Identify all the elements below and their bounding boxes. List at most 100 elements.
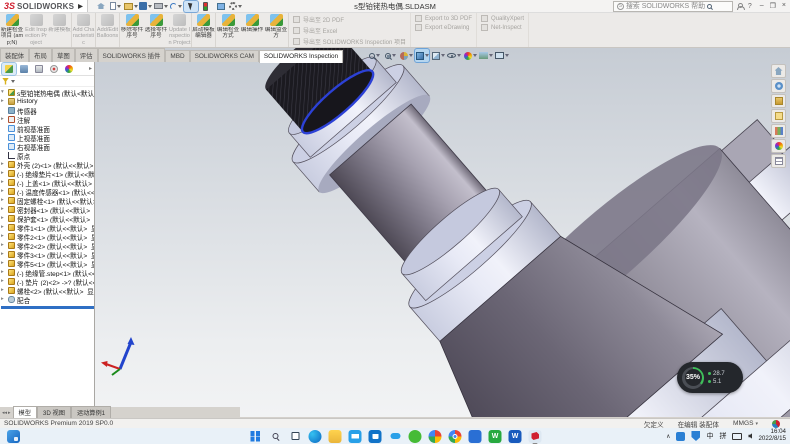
panel-tab-propertymanager[interactable] xyxy=(17,63,31,75)
tree-item[interactable]: ▸ 注解 xyxy=(1,115,94,124)
expand-arrow[interactable]: ▸ xyxy=(1,234,6,240)
task-pane-tab-view-palette[interactable] xyxy=(771,124,786,138)
headsup-button-view-settings[interactable] xyxy=(495,49,509,62)
task-pane-tab-file-explorer[interactable] xyxy=(771,109,786,123)
expand-arrow[interactable]: ▸ xyxy=(1,198,6,204)
help-icon[interactable]: ? xyxy=(748,3,752,10)
scroll-left-icon[interactable]: ◂◂ xyxy=(2,410,7,416)
ribbon-button-new-template[interactable]: 新建模板 xyxy=(48,13,72,47)
menu-flyout-icon[interactable]: ▶ xyxy=(78,3,83,10)
expand-arrow[interactable]: ▸ xyxy=(1,180,6,186)
volume-icon[interactable] xyxy=(748,433,752,439)
close-button[interactable] xyxy=(782,2,786,10)
restore-button[interactable] xyxy=(770,2,776,10)
taskbar-icon-360-browser[interactable] xyxy=(429,430,442,443)
ime-language[interactable]: 中 xyxy=(706,431,713,441)
headsup-button-view-orientation[interactable] xyxy=(415,49,429,62)
tree-item[interactable]: ▸ 外壳 (2)<1> (默认<<默认>_显示状 xyxy=(1,160,94,169)
commandmanager-tab[interactable]: 装配体 xyxy=(0,48,29,62)
tree-item[interactable]: ▸ 右视基准面 xyxy=(1,142,94,151)
ribbon-button-edit-inspection-project[interactable]: Edit Inspection Project xyxy=(24,13,48,47)
filter-dropdown-icon[interactable] xyxy=(11,80,15,83)
taskbar-clock[interactable]: 16:04 2022/8/15 xyxy=(758,429,786,443)
tree-item[interactable]: ▸ History xyxy=(1,97,94,106)
tree-item[interactable]: ▸ (-) 上盖<1> (默认<<默认>_显示状 xyxy=(1,178,94,187)
tab-scroll-buttons[interactable]: ◂◂▸ xyxy=(0,407,13,418)
expand-arrow[interactable]: ▸ xyxy=(1,162,6,168)
export-item[interactable]: 导出至 SOLIDWORKS Inspection 项目 xyxy=(293,37,406,46)
quick-access-button-file-properties[interactable] xyxy=(214,1,228,12)
export-item[interactable]: Net-Inspect xyxy=(481,24,524,31)
taskbar-icon-wps[interactable] xyxy=(489,430,502,443)
tree-item[interactable]: ▸ (-) 绝缘管.step<1> (默认<<默认> xyxy=(1,268,94,277)
minimize-button[interactable] xyxy=(760,2,764,10)
quick-access-button-select[interactable] xyxy=(184,1,198,12)
expand-arrow[interactable]: ▸ xyxy=(1,117,6,123)
taskbar-icon-edge[interactable] xyxy=(309,430,322,443)
taskbar-icon-store[interactable] xyxy=(369,430,382,443)
tree-item[interactable]: ▸ 前视基准面 xyxy=(1,124,94,133)
headsup-button-edit-appearance[interactable] xyxy=(463,49,477,62)
tree-item[interactable]: ▸ (-) 绝缘垫片<1> (默认<<默认>_显 xyxy=(1,169,94,178)
headsup-button-zoom-area[interactable] xyxy=(383,49,397,62)
ribbon-button-remove-balloon[interactable]: 移除零件序号 xyxy=(120,13,144,47)
taskbar-icon-file-explorer[interactable] xyxy=(329,430,342,443)
tree-item[interactable]: ▸ 原点 xyxy=(1,151,94,160)
help-search-box[interactable]: S 搜索 SOLIDWORKS 帮助 xyxy=(613,1,733,12)
network-display-icon[interactable] xyxy=(732,433,742,440)
quick-access-button-rebuild[interactable] xyxy=(199,1,213,12)
ribbon-button-launch-template-editor[interactable]: 启动模板编辑器 xyxy=(192,13,216,47)
tree-item[interactable]: ▸ 零件2<1> (默认<<默认>_显示状 xyxy=(1,232,94,241)
taskbar-icon-solidworks[interactable] xyxy=(529,430,542,443)
commandmanager-tab[interactable]: MBD xyxy=(165,50,189,62)
taskbar-icon-reader[interactable] xyxy=(469,430,482,443)
expand-arrow[interactable]: ▸ xyxy=(1,243,6,249)
quick-access-button-save[interactable] xyxy=(139,1,153,12)
headsup-button-hide-show-items[interactable] xyxy=(447,49,461,62)
tree-item[interactable]: ▸ 零件2<2> (默认<<默认>_显示状 xyxy=(1,241,94,250)
quick-access-button-new-document[interactable] xyxy=(109,1,123,12)
model-tab[interactable]: 运动算例1 xyxy=(71,406,111,418)
tree-item[interactable]: ▸ 密封器<1> (默认<<默认>_显示状 xyxy=(1,205,94,214)
widgets-icon[interactable] xyxy=(7,430,20,443)
export-item[interactable]: Export to 3D PDF xyxy=(415,15,472,22)
ribbon-button-select-balloon[interactable]: 选择零件序号 xyxy=(144,13,168,47)
expand-arrow[interactable]: ▸ xyxy=(1,288,6,294)
expand-arrow[interactable]: ▸ xyxy=(1,297,6,303)
quick-access-button-open[interactable] xyxy=(124,1,138,12)
export-item[interactable]: 导出至 Excel xyxy=(293,26,406,35)
taskbar-icon-start[interactable] xyxy=(249,430,262,443)
expand-arrow[interactable]: ▸ xyxy=(1,189,6,195)
task-pane-tab-custom-properties[interactable] xyxy=(771,154,786,168)
tree-item[interactable]: ▸ 零件1<1> (默认<<默认>_显示状态 xyxy=(1,223,94,232)
tree-item[interactable]: ▸ 上视基准面 xyxy=(1,133,94,142)
expand-arrow[interactable]: ▸ xyxy=(1,225,6,231)
taskbar-icon-chrome[interactable] xyxy=(449,430,462,443)
expand-arrow[interactable]: ▸ xyxy=(1,270,6,276)
model-tab[interactable]: 3D 视图 xyxy=(37,406,71,418)
commandmanager-tab[interactable]: SOLIDWORKS CAM xyxy=(190,50,259,62)
tree-item[interactable]: ▸ 传感器 xyxy=(1,106,94,115)
headsup-button-zoom-fit[interactable] xyxy=(367,49,381,62)
expand-arrow[interactable]: ▸ xyxy=(1,171,6,177)
search-icon[interactable] xyxy=(707,4,712,9)
scroll-right-icon[interactable]: ▸ xyxy=(8,410,11,416)
ime-mode[interactable]: 拼 xyxy=(719,431,726,441)
headsup-button-display-style[interactable] xyxy=(431,49,445,62)
commandmanager-tab[interactable]: SOLIDWORKS Inspection xyxy=(259,50,343,63)
expand-arrow[interactable]: ▸ xyxy=(1,279,6,285)
taskbar-icon-onedrive[interactable] xyxy=(389,430,402,443)
tree-item[interactable]: ▸ 保护套<1> (默认<<默认>_显示状 xyxy=(1,214,94,223)
ribbon-button-edit-operation[interactable]: 编辑操作 xyxy=(240,13,264,47)
ribbon-button-edit-inspection-method[interactable]: 编辑检查方式 xyxy=(216,13,240,47)
tree-filter[interactable] xyxy=(0,76,94,87)
units-selector[interactable]: MMGS▾ xyxy=(733,420,758,427)
tree-item[interactable]: ▸ (-) 温度传感器<1> (默认<<默认>_ xyxy=(1,187,94,196)
task-pane-tab-solidworks-resources[interactable] xyxy=(771,79,786,93)
tree-item[interactable]: ▸ 固定螺栓<1> (默认<<默认>_显示 xyxy=(1,196,94,205)
export-item[interactable]: QualityXpert xyxy=(481,15,524,22)
tree-item[interactable]: ▸ 零件3<1> (默认<<默认>_显示状 xyxy=(1,250,94,259)
ribbon-button-add-characteristic[interactable]: Add Characteristic xyxy=(72,13,96,47)
quick-access-button-print[interactable] xyxy=(154,1,168,12)
headsup-button-section-view[interactable] xyxy=(399,49,413,62)
